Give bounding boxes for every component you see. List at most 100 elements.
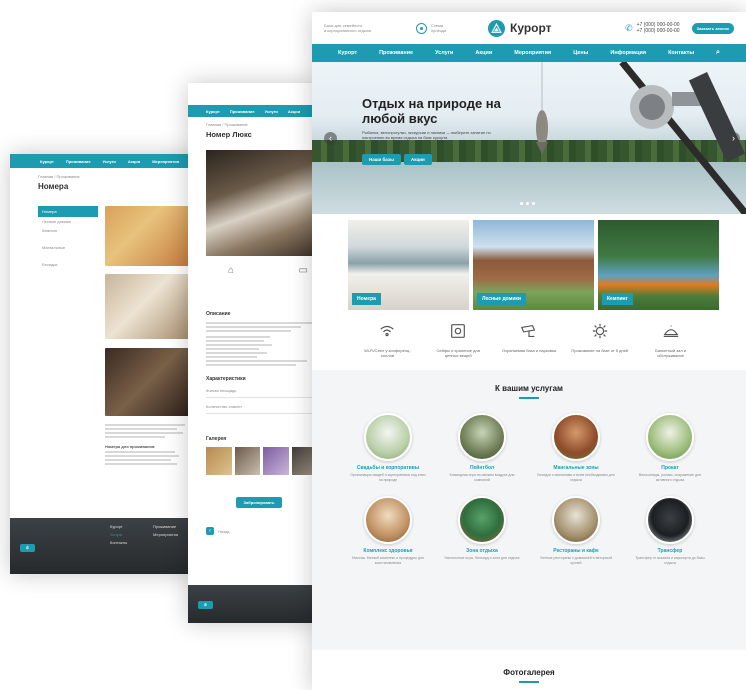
service-text: Велосипеды, ролики, снаряжение для актив…: [639, 473, 701, 482]
gallery-title: Фотогалерея: [503, 668, 555, 677]
gallery-thumb[interactable]: [206, 447, 232, 475]
home-page-preview: Базы для семейного и корпоративного отды…: [312, 12, 746, 690]
safe-icon: [451, 324, 466, 338]
house-icon: ⌂: [228, 265, 235, 276]
service-card-rental[interactable]: Прокат Велосипеды, ролики, снаряжение дл…: [623, 413, 717, 482]
nav-item-services[interactable]: Услуги: [435, 50, 453, 56]
service-text: Настольные игры, бильярд и зона для отды…: [444, 556, 520, 560]
room-photo[interactable]: [105, 348, 190, 416]
service-text: Беседки с мангалами и всем необходимым д…: [537, 473, 615, 482]
tile-camping[interactable]: Кемпинг: [598, 220, 719, 310]
tile-forest-houses[interactable]: Лесные домики: [473, 220, 594, 310]
services-title: К вашим услугам: [495, 384, 563, 393]
footer-link[interactable]: Контакты: [110, 540, 150, 545]
hero-button-bases[interactable]: Наши базы: [362, 154, 401, 165]
tile-label: Лесные домики: [477, 293, 526, 305]
footer-link[interactable]: Проживание: [153, 524, 193, 529]
nav-item-prices[interactable]: Цены: [573, 50, 588, 56]
nav-item[interactable]: Курорт: [40, 159, 54, 164]
nav-item-info[interactable]: Информация: [610, 50, 646, 56]
service-card-transfer[interactable]: Трансфер Трансфер от вокзала и аэропорта…: [623, 496, 717, 565]
service-card-weddings[interactable]: Свадьбы и корпоративы Организация свадеб…: [341, 413, 435, 482]
nav-item[interactable]: Мероприятия: [152, 159, 179, 164]
sun-icon: [592, 323, 607, 339]
search-icon[interactable]: ⌕: [716, 49, 720, 57]
slider-next-icon[interactable]: ›: [727, 132, 740, 145]
service-text: Трансфер от вокзала и аэропорта до базы …: [635, 556, 705, 565]
service-card-bbq[interactable]: Мангальные зоны Беседки с мангалами и вс…: [529, 413, 623, 482]
nav-item[interactable]: Акции: [288, 109, 300, 114]
hero-title: Отдых на природе на любой вкус: [362, 96, 501, 126]
hero-button-promos[interactable]: Акции: [404, 154, 432, 165]
phone-number[interactable]: +7 (000) 000-00-00: [637, 28, 680, 34]
room-description: Номера для проживания:: [105, 422, 190, 467]
logo[interactable]: Курорт: [488, 19, 552, 37]
room-photo[interactable]: [105, 274, 190, 339]
gallery-thumb[interactable]: [292, 447, 312, 475]
gallery-heading: Галерея: [206, 436, 227, 442]
callback-button[interactable]: Заказать звонок: [691, 22, 734, 34]
slider-dots[interactable]: [520, 202, 535, 205]
nav-item[interactable]: Проживание: [66, 159, 91, 164]
nav-item-events[interactable]: Мероприятия: [514, 50, 551, 56]
description-heading: Описание: [206, 311, 231, 317]
services-section: К вашим услугам Свадьбы и корпоративы Ор…: [312, 370, 746, 650]
nav-item[interactable]: Услуги: [265, 109, 278, 114]
gallery-thumb[interactable]: [263, 447, 290, 475]
footer: ✆ Курорт Проживание Услуги Мероприятия К…: [10, 518, 200, 574]
service-text: Организация свадеб и корпоративов под кл…: [350, 473, 426, 482]
feature-item: Wi-Fi/Сеют у конференц-холлов: [358, 322, 416, 358]
main-nav: Курорт Проживание Услуги Акции Мероприят…: [312, 44, 746, 62]
callback-button[interactable]: ✆: [198, 601, 213, 609]
service-card-restaurants[interactable]: Рестораны и кафе Уютные рестораны с дома…: [529, 496, 623, 565]
room-features: ⌂ ▭: [228, 265, 308, 276]
sidebar-item-active[interactable]: Номера: [38, 206, 98, 217]
page-title: Номера: [38, 182, 69, 191]
footer-link[interactable]: Курорт: [110, 524, 150, 529]
nav-item-promotions[interactable]: Акции: [475, 50, 492, 56]
phone-icon: ✆: [625, 22, 633, 33]
slider-prev-icon[interactable]: ‹: [324, 132, 337, 145]
wifi-icon: [380, 325, 395, 337]
footer-link[interactable]: Услуги: [110, 532, 150, 537]
sidebar-item[interactable]: Беседки: [38, 260, 98, 269]
callback-button[interactable]: ✆: [20, 544, 35, 552]
spec-row: Количество спален: [206, 404, 312, 414]
sidebar-item[interactable]: Мангальные: [38, 243, 98, 252]
back-link[interactable]: Назад: [218, 529, 229, 534]
gallery-thumb[interactable]: [234, 447, 261, 475]
nav-item-accommodation[interactable]: Проживание: [379, 50, 413, 56]
room-detail-page-preview: Курорт Проживание Услуги Акции Главная /…: [188, 83, 318, 623]
nav-item[interactable]: Акции: [128, 159, 140, 164]
room-photo[interactable]: [105, 206, 190, 266]
cctv-icon: [520, 324, 536, 337]
service-card-recreation[interactable]: Зона отдыха Настольные игры, бильярд и з…: [435, 496, 529, 565]
main-nav: Курорт Проживание Услуги Акции Мероприят…: [10, 154, 200, 168]
map-link[interactable]: Схема проезда: [416, 22, 488, 34]
nav-item[interactable]: Услуги: [103, 159, 116, 164]
feature-label: Проживание на базе от 5 дней: [571, 348, 629, 353]
tile-label: Номера: [352, 293, 381, 305]
book-button[interactable]: Забронировать: [235, 497, 283, 508]
feature-label: Сейфы и хранение для ценных вещей: [436, 348, 480, 358]
nav-item-contacts[interactable]: Контакты: [668, 50, 694, 56]
tile-label: Кемпинг: [602, 293, 633, 305]
tile-rooms[interactable]: Номера: [348, 220, 469, 310]
room-main-photo[interactable]: [206, 150, 318, 256]
rooms-page-preview: Курорт Проживание Услуги Акции Мероприят…: [10, 154, 200, 574]
breadcrumb[interactable]: Главная / Проживание: [38, 174, 172, 179]
nav-item[interactable]: Курорт: [206, 109, 220, 114]
footer-link[interactable]: Мероприятия: [153, 532, 193, 537]
sidebar-item[interactable]: Лесные домики: [38, 217, 98, 226]
service-card-paintball[interactable]: Пейнтбол Командная игра на свежем воздух…: [435, 413, 529, 482]
description-block: Описание Характеристики Жилая площадь Ко…: [206, 311, 312, 535]
feature-label: Банкетный зал и обслуживание: [655, 348, 687, 358]
sidebar-item[interactable]: Кемпинг: [38, 226, 98, 235]
nav-item-resort[interactable]: Курорт: [338, 50, 357, 56]
nav-item[interactable]: Проживание: [230, 109, 255, 114]
breadcrumb[interactable]: Главная / Проживание: [206, 122, 300, 127]
back-arrow-icon[interactable]: ‹: [206, 527, 214, 535]
feature-item: Сейфы и хранение для ценных вещей: [429, 322, 487, 358]
sidebar: Номера Лесные домики Кемпинг Мангальные …: [38, 206, 98, 269]
service-card-health[interactable]: Комплекс здоровья Массаж, банный комплек…: [341, 496, 435, 565]
